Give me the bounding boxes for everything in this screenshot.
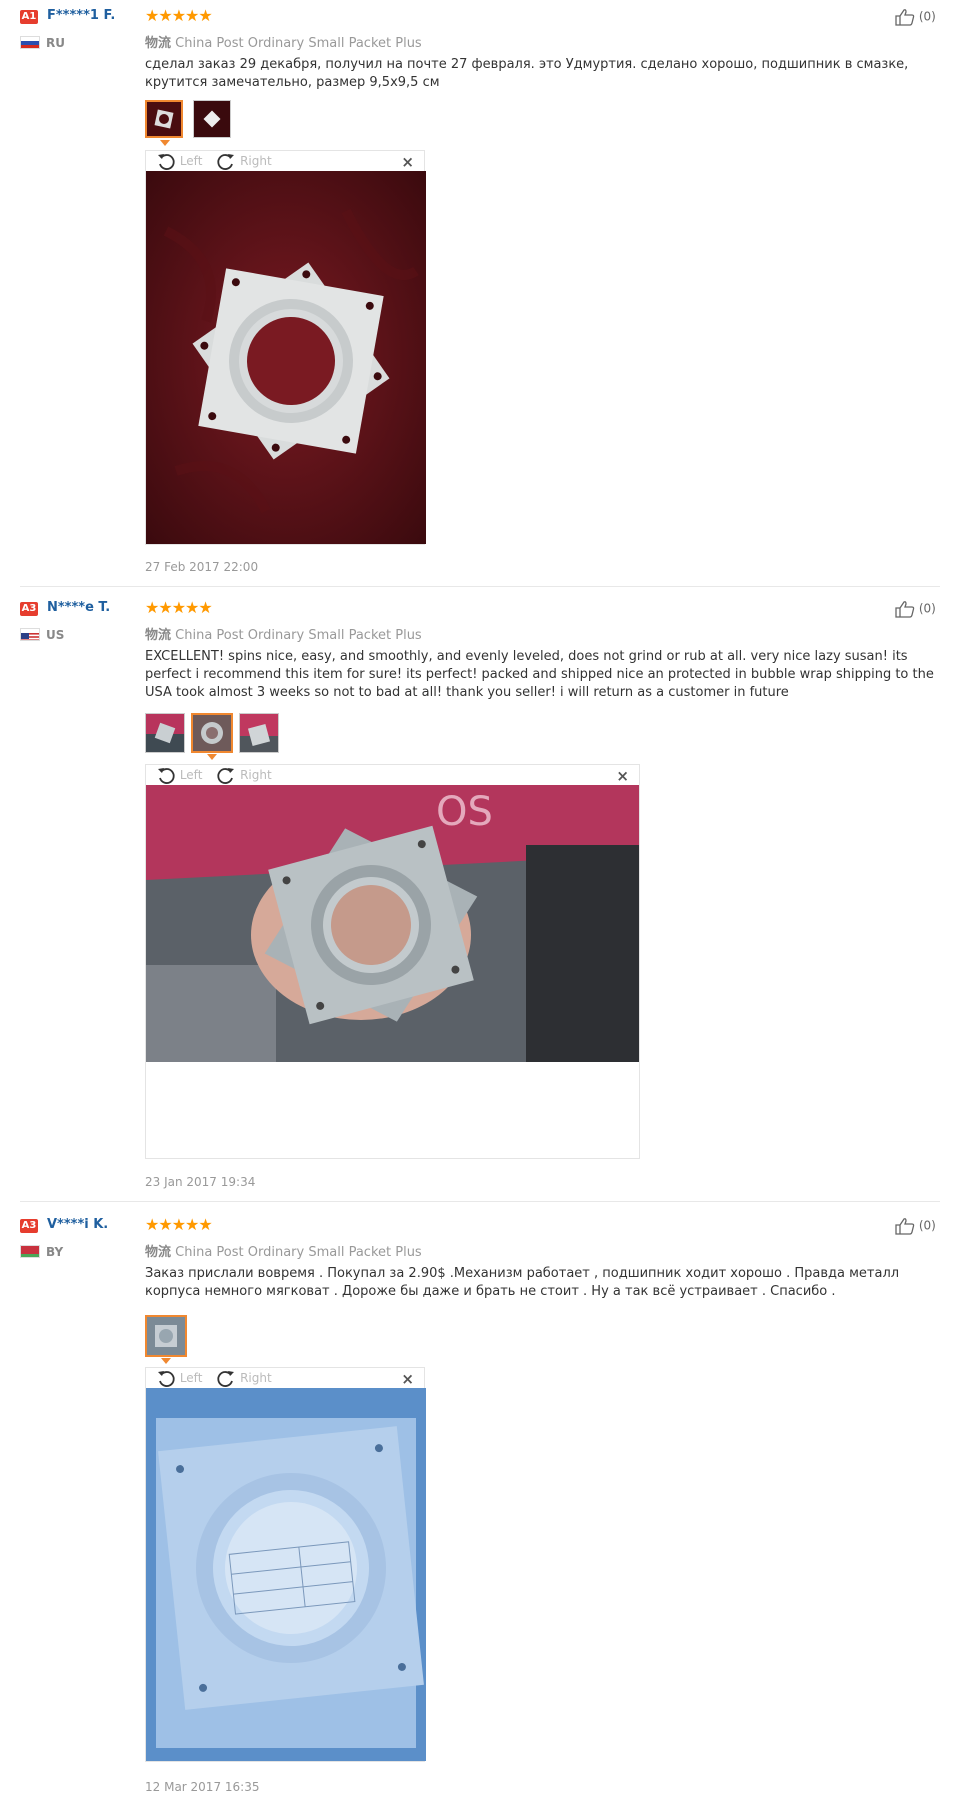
review-text: Заказ прислали вовремя . Покупал за 2.90… [145, 1266, 900, 1299]
rotate-right-icon [217, 1371, 235, 1387]
review-thumbnail[interactable] [145, 713, 185, 753]
rotate-right-button[interactable]: Right [216, 767, 272, 784]
rating-stars: ★★★★★ [145, 598, 213, 617]
review-date: 12 Mar 2017 16:35 [145, 1780, 260, 1794]
rotate-left-button[interactable]: Left [156, 1370, 206, 1387]
logistics-info: 物流 China Post Ordinary Small Packet Plus [145, 1241, 422, 1260]
review-thumbnail[interactable] [145, 100, 183, 138]
selected-thumb-caret [161, 1358, 171, 1364]
rotate-right-icon [217, 154, 235, 170]
logistics-value: China Post Ordinary Small Packet Plus [175, 1245, 422, 1260]
helpful-count: (0) [918, 9, 936, 24]
review-date: 23 Jan 2017 19:34 [145, 1175, 256, 1189]
svg-text:OS: OS [436, 789, 493, 835]
rotate-left-label: Left [179, 767, 203, 782]
review-item: A3 V****i K. BY ★★★★★ 物流 China Post Ordi… [0, 1212, 965, 1797]
review-text: EXCELLENT! spins nice, easy, and smoothl… [145, 649, 934, 700]
review-photo [146, 1388, 426, 1761]
viewer-toolbar: Left Right [156, 151, 272, 173]
review-divider [20, 586, 940, 587]
rotate-right-label: Right [240, 153, 272, 168]
helpful-button[interactable]: (0) [895, 600, 936, 618]
rotate-right-button[interactable]: Right [216, 1370, 272, 1387]
viewer-close-button[interactable]: × [401, 1370, 414, 1388]
review-date: 27 Feb 2017 22:00 [145, 560, 259, 574]
rotate-right-label: Right [240, 767, 272, 782]
rotate-left-icon [158, 154, 175, 170]
rotate-right-button[interactable]: Right [216, 153, 272, 170]
reviewer-name: N****e T. [47, 600, 111, 615]
logistics-value: China Post Ordinary Small Packet Plus [175, 628, 422, 643]
review-thumbnail[interactable] [193, 100, 231, 138]
flag-us-icon [20, 628, 40, 641]
buyer-level-badge: A3 [20, 1219, 38, 1233]
image-viewer: Left Right × OS [145, 764, 640, 1159]
rating-stars: ★★★★★ [145, 1215, 213, 1234]
logistics-label: 物流 [145, 36, 172, 51]
rotate-left-icon [158, 768, 175, 784]
helpful-count: (0) [918, 1218, 936, 1233]
thumbs-up-icon [895, 9, 915, 26]
rating-stars: ★★★★★ [145, 6, 213, 25]
review-item: A3 N****e T. US ★★★★★ 物流 China Post Ordi… [0, 597, 965, 1197]
selected-thumb-caret [160, 140, 170, 146]
logistics-value: China Post Ordinary Small Packet Plus [175, 36, 422, 51]
helpful-button[interactable]: (0) [895, 1217, 936, 1235]
rotate-left-label: Left [179, 153, 203, 168]
image-viewer: Left Right × [145, 1367, 426, 1762]
rotate-left-label: Left [179, 1370, 203, 1385]
country-code: BY [46, 1245, 64, 1259]
logistics-label: 物流 [145, 1245, 172, 1260]
viewer-close-button[interactable]: × [401, 153, 414, 171]
rotate-right-label: Right [240, 1370, 272, 1385]
helpful-count: (0) [918, 601, 936, 616]
logistics-info: 物流 China Post Ordinary Small Packet Plus [145, 624, 422, 643]
rotate-left-button[interactable]: Left [156, 153, 206, 170]
reviewer-name: V****i K. [47, 1217, 109, 1232]
review-thumbnail[interactable] [191, 713, 233, 753]
review-thumbnail[interactable] [239, 713, 279, 753]
image-viewer: Left Right × [145, 150, 426, 545]
logistics-info: 物流 China Post Ordinary Small Packet Plus [145, 32, 422, 51]
viewer-toolbar: Left Right [156, 765, 272, 787]
helpful-button[interactable]: (0) [895, 8, 936, 26]
review-text: сделал заказ 29 декабря, получил на почт… [145, 57, 909, 90]
flag-by-icon [20, 1245, 40, 1258]
viewer-toolbar: Left Right [156, 1368, 272, 1390]
viewer-close-button[interactable]: × [616, 767, 629, 785]
thumbs-up-icon [895, 1218, 915, 1235]
review-photo [146, 171, 426, 544]
review-thumbnail[interactable] [145, 1315, 187, 1357]
buyer-level-badge: A1 [20, 10, 38, 24]
review-photo: OS [146, 785, 639, 1062]
reviewer-name: F*****1 F. [47, 8, 116, 23]
rotate-right-icon [217, 768, 235, 784]
country-code: US [46, 628, 65, 642]
flag-ru-icon [20, 36, 40, 49]
thumbs-up-icon [895, 601, 915, 618]
selected-thumb-caret [207, 754, 217, 760]
rotate-left-button[interactable]: Left [156, 767, 206, 784]
country-code: RU [46, 36, 65, 50]
review-divider [20, 1201, 940, 1202]
logistics-label: 物流 [145, 628, 172, 643]
review-item: A1 F*****1 F. RU ★★★★★ 物流 China Post Ord… [0, 0, 965, 590]
buyer-level-badge: A3 [20, 602, 38, 616]
rotate-left-icon [158, 1371, 175, 1387]
